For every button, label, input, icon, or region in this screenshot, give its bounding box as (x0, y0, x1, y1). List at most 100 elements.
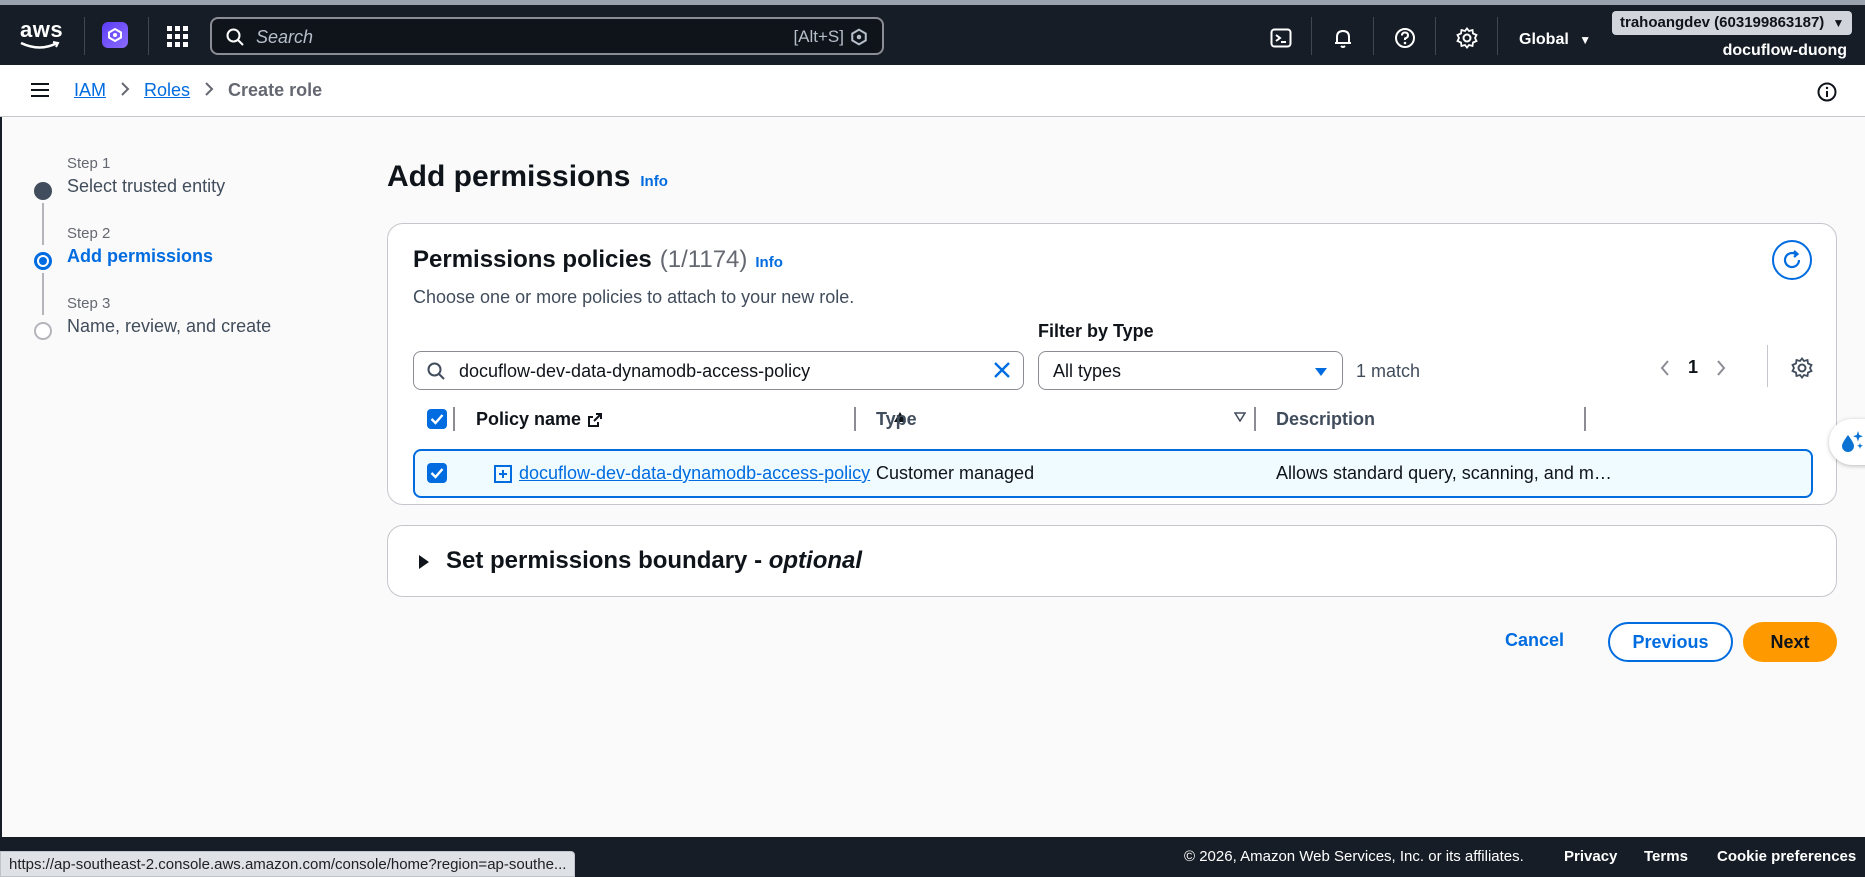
breadcrumb-iam[interactable]: IAM (74, 80, 106, 101)
policies-info-link[interactable]: Info (755, 254, 783, 271)
permissions-policies-panel: Permissions policies (1/1174) Info Choos… (387, 223, 1837, 505)
aws-logo-text: aws (20, 17, 64, 42)
nav-divider (1373, 17, 1374, 55)
refresh-button[interactable] (1772, 240, 1812, 280)
refresh-icon (1783, 250, 1801, 269)
footer-terms-link[interactable]: Terms (1644, 848, 1688, 865)
search-icon (427, 362, 445, 380)
nav-divider (1497, 17, 1498, 55)
wizard-steps: Step 1 Select trusted entity Step 2 Add … (30, 155, 310, 365)
column-divider (1584, 407, 1586, 431)
account-menu[interactable]: trahoangdev (603199863187) ▼ (1612, 11, 1853, 35)
page-number[interactable]: 1 (1688, 357, 1698, 378)
sort-descending-icon[interactable] (1234, 412, 1246, 422)
top-navigation: aws Search [Alt+S] Global ▼ trahoangdev … (0, 0, 1865, 65)
policy-name-link[interactable]: docuflow-dev-data-dynamodb-access-policy (519, 463, 870, 484)
nav-divider (1435, 17, 1436, 55)
aws-smile-icon (20, 41, 60, 49)
gear-icon[interactable] (1456, 27, 1478, 54)
caret-down-icon (1315, 368, 1327, 376)
page-header: Add permissions Info (387, 160, 1837, 194)
caret-down-icon: ▼ (1832, 16, 1845, 30)
page-title: Add permissions Info (387, 160, 1837, 194)
pagination: 1 (1660, 357, 1726, 378)
nav-divider (148, 17, 149, 55)
match-count: 1 match (1356, 361, 1421, 381)
step-current-icon (34, 252, 52, 270)
previous-button[interactable]: Previous (1608, 622, 1733, 662)
cancel-button[interactable]: Cancel (1505, 630, 1564, 651)
search-icon (226, 28, 244, 46)
policy-type: Customer managed (876, 463, 1035, 483)
account-user-name[interactable]: docuflow-duong (1723, 42, 1847, 60)
policy-description: Allows standard query, scanning, and me.… (1276, 463, 1616, 483)
column-description[interactable]: Description (1276, 409, 1375, 430)
chevron-left-icon[interactable] (1660, 359, 1670, 376)
panel-description: Choose one or more policies to attach to… (413, 287, 855, 307)
amazon-q-small-icon (851, 28, 867, 46)
external-link-icon (588, 412, 603, 427)
step-complete-icon (34, 182, 52, 200)
aws-logo[interactable]: aws (20, 17, 64, 51)
policy-count: (1/1174) (659, 246, 748, 273)
step-number: Step 2 (67, 225, 111, 242)
page-info-link[interactable]: Info (640, 173, 668, 190)
global-search-input[interactable]: Search [Alt+S] (210, 17, 884, 55)
breadcrumb-bar: IAM Roles Create role (0, 65, 1865, 117)
table-row[interactable]: docuflow-dev-data-dynamodb-access-policy… (413, 449, 1813, 498)
step-title: Add permissions (67, 246, 214, 266)
breadcrumb-current: Create role (228, 80, 323, 100)
footer-cookie-preferences-link[interactable]: Cookie preferences (1717, 848, 1856, 865)
row-checkbox[interactable] (427, 463, 447, 483)
column-policy-name-label: Policy name (476, 409, 582, 429)
step-3: Step 3 Name, review, and create (30, 295, 310, 365)
region-selector[interactable]: Global ▼ (1519, 31, 1591, 49)
next-button[interactable]: Next (1743, 622, 1837, 662)
policy-search-input[interactable]: docuflow-dev-data-dynamodb-access-policy (413, 351, 1024, 390)
table-header: Policy name Type Description (413, 398, 1813, 440)
column-divider (453, 407, 455, 431)
footer-privacy-link[interactable]: Privacy (1564, 848, 1617, 865)
breadcrumb: IAM Roles Create role (74, 80, 322, 101)
sparkle-drop-icon (1842, 431, 1863, 452)
expand-row-icon[interactable] (494, 465, 512, 483)
permissions-boundary-section[interactable]: Set permissions boundary - optional (387, 525, 1837, 597)
column-divider (854, 407, 856, 431)
info-panel-icon[interactable] (1817, 82, 1837, 107)
boundary-title: Set permissions boundary - optional (446, 547, 862, 575)
clear-icon[interactable] (993, 361, 1011, 379)
select-all-checkbox[interactable] (427, 409, 447, 429)
search-placeholder: Search (256, 27, 314, 47)
bell-icon[interactable] (1332, 27, 1354, 54)
table-preferences-icon[interactable] (1791, 357, 1813, 384)
column-type[interactable]: Type (876, 409, 917, 430)
region-label: Global (1519, 31, 1569, 48)
step-title: Select trusted entity (67, 176, 226, 196)
search-shortcut-text: [Alt+S] (793, 27, 844, 46)
step-number: Step 1 (67, 155, 111, 172)
step-2: Step 2 Add permissions (30, 225, 310, 315)
step-pending-icon (34, 322, 52, 340)
help-icon[interactable] (1394, 27, 1416, 54)
wizard-actions: Cancel Previous Next (0, 622, 1837, 662)
step-title: Name, review, and create (67, 316, 272, 336)
breadcrumb-roles[interactable]: Roles (144, 80, 190, 101)
column-policy-name[interactable]: Policy name (476, 409, 603, 430)
column-divider (1254, 407, 1256, 431)
filter-type-value: All types (1053, 361, 1122, 381)
amazon-q-icon[interactable] (102, 22, 128, 48)
step-1[interactable]: Step 1 Select trusted entity (30, 155, 310, 245)
apps-grid-icon[interactable] (167, 26, 189, 53)
filter-type-select[interactable]: All types (1038, 351, 1343, 390)
chevron-right-icon[interactable] (1716, 359, 1726, 376)
cloudshell-icon[interactable] (1270, 27, 1292, 54)
menu-icon[interactable] (31, 82, 49, 103)
boundary-optional-text: optional (768, 547, 863, 574)
caret-right-icon (419, 555, 429, 569)
nav-divider (84, 17, 85, 55)
account-id: trahoangdev (603199863187) (1620, 14, 1825, 31)
nav-divider (1311, 17, 1312, 55)
window-edge (0, 65, 2, 837)
pager-divider (1767, 345, 1768, 387)
check-icon (430, 468, 444, 479)
